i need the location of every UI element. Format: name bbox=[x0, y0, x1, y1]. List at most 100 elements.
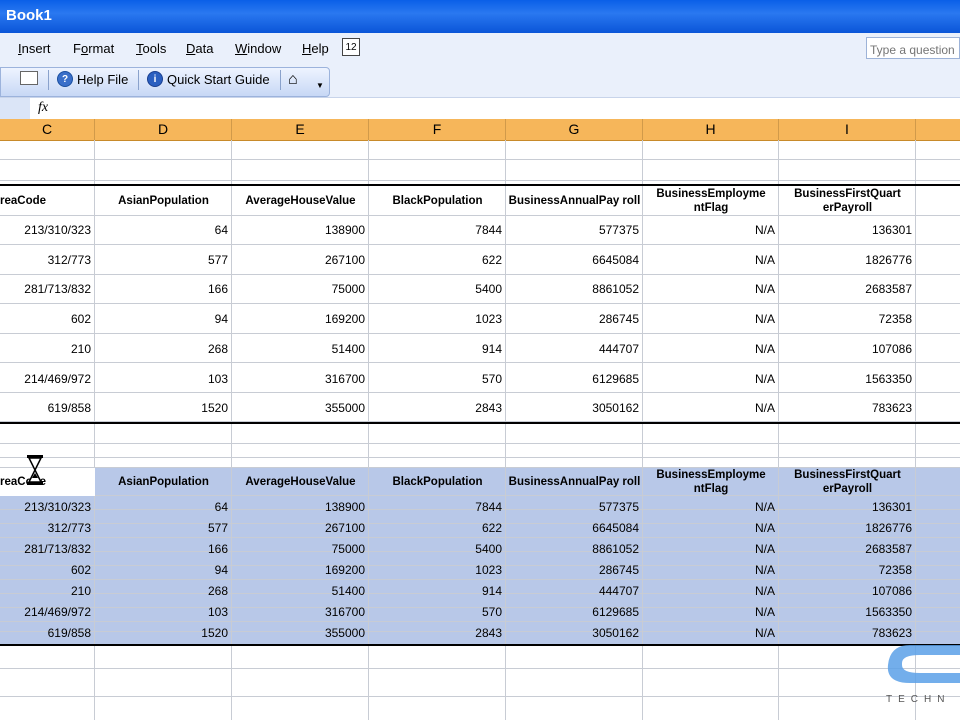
table-cell[interactable]: 268 bbox=[95, 339, 232, 359]
table-cell[interactable]: 94 bbox=[95, 562, 232, 578]
table-cell[interactable]: N/A bbox=[643, 339, 779, 359]
column-header-e[interactable]: E bbox=[232, 119, 369, 140]
table-cell[interactable]: N/A bbox=[643, 520, 779, 536]
table-header-cell[interactable]: AsianPopulation bbox=[95, 187, 232, 215]
table-header-cell[interactable]: AverageHouseValue bbox=[232, 187, 369, 215]
insert-function-icon[interactable]: fx bbox=[38, 100, 48, 116]
table-header-cell[interactable]: AverageHouseValue bbox=[232, 468, 369, 496]
table-cell[interactable]: 2683587 bbox=[779, 279, 916, 299]
table-cell[interactable]: 1023 bbox=[369, 309, 506, 329]
table-cell[interactable]: 51400 bbox=[232, 339, 369, 359]
menu-help[interactable]: Help bbox=[302, 41, 329, 56]
table-cell[interactable]: 6129685 bbox=[506, 604, 643, 620]
table-cell[interactable]: 577 bbox=[95, 250, 232, 270]
menu-window[interactable]: Window bbox=[235, 41, 281, 56]
table-cell[interactable]: 2843 bbox=[369, 625, 506, 641]
table-header-cell[interactable]: BusinessEmployme ntFlag bbox=[643, 187, 779, 215]
table-header-cell[interactable]: BusinessFirstQuart erPayroll bbox=[779, 187, 916, 215]
column-header-i[interactable]: I bbox=[779, 119, 916, 140]
table-cell[interactable]: 286745 bbox=[506, 309, 643, 329]
menu-data[interactable]: Data bbox=[186, 41, 213, 56]
table-cell[interactable]: 1826776 bbox=[779, 520, 916, 536]
table-cell[interactable]: 444707 bbox=[506, 339, 643, 359]
table-header-cell[interactable]: AsianPopulation bbox=[95, 468, 232, 496]
table-cell[interactable]: 166 bbox=[95, 541, 232, 557]
table-cell[interactable]: 169200 bbox=[232, 562, 369, 578]
table-cell[interactable]: 72358 bbox=[779, 309, 916, 329]
table-cell[interactable]: 3050162 bbox=[506, 398, 643, 418]
table-cell[interactable]: 355000 bbox=[232, 398, 369, 418]
table-cell[interactable]: 577375 bbox=[506, 499, 643, 515]
table-cell[interactable]: N/A bbox=[643, 604, 779, 620]
table-cell[interactable]: 7844 bbox=[369, 499, 506, 515]
table-cell[interactable]: 7844 bbox=[369, 220, 506, 240]
table-cell[interactable]: 622 bbox=[369, 520, 506, 536]
table-cell[interactable]: N/A bbox=[643, 541, 779, 557]
table-cell[interactable]: 2843 bbox=[369, 398, 506, 418]
table-cell[interactable]: 214/469/972 bbox=[0, 604, 95, 620]
table-cell[interactable]: 5400 bbox=[369, 279, 506, 299]
table-cell[interactable]: 602 bbox=[0, 562, 95, 578]
quick-start-guide-button[interactable]: i Quick Start Guide bbox=[147, 71, 270, 87]
table-cell[interactable]: 75000 bbox=[232, 541, 369, 557]
table-cell[interactable]: 107086 bbox=[779, 339, 916, 359]
table-cell[interactable]: 8861052 bbox=[506, 279, 643, 299]
table-cell[interactable]: 577 bbox=[95, 520, 232, 536]
table-cell[interactable]: N/A bbox=[643, 279, 779, 299]
table-cell[interactable]: 136301 bbox=[779, 499, 916, 515]
table-cell[interactable]: 281/713/832 bbox=[0, 279, 95, 299]
home-button[interactable]: ⌂ bbox=[288, 71, 298, 89]
table-cell[interactable]: N/A bbox=[643, 583, 779, 599]
table-cell[interactable]: 6645084 bbox=[506, 520, 643, 536]
table-header-cell[interactable]: BusinessEmployme ntFlag bbox=[643, 468, 779, 496]
table-cell[interactable]: N/A bbox=[643, 625, 779, 641]
table-cell[interactable]: 1023 bbox=[369, 562, 506, 578]
table-cell[interactable]: 570 bbox=[369, 369, 506, 389]
table-cell[interactable]: 355000 bbox=[232, 625, 369, 641]
table-cell[interactable]: N/A bbox=[643, 220, 779, 240]
table-cell[interactable]: 1520 bbox=[95, 398, 232, 418]
table-cell[interactable]: 169200 bbox=[232, 309, 369, 329]
table-cell[interactable]: 316700 bbox=[232, 604, 369, 620]
table-cell[interactable]: 136301 bbox=[779, 220, 916, 240]
table-header-cell[interactable]: BusinessAnnualPay roll bbox=[506, 468, 643, 496]
table-cell[interactable]: 3050162 bbox=[506, 625, 643, 641]
table-cell[interactable]: 1563350 bbox=[779, 604, 916, 620]
column-header-d[interactable]: D bbox=[95, 119, 232, 140]
table-header-cell[interactable]: BlackPopulation bbox=[369, 468, 506, 496]
column-header-c[interactable]: C bbox=[0, 119, 95, 140]
table-cell[interactable]: 8861052 bbox=[506, 541, 643, 557]
table-cell[interactable]: 286745 bbox=[506, 562, 643, 578]
table-header-cell[interactable]: reaCode bbox=[0, 187, 95, 215]
table-cell[interactable]: 1520 bbox=[95, 625, 232, 641]
table-header-cell[interactable]: BlackPopulation bbox=[369, 187, 506, 215]
table-cell[interactable]: 619/858 bbox=[0, 398, 95, 418]
worksheet-grid[interactable]: reaCode AsianPopulation AverageHouseValue B… bbox=[0, 140, 960, 720]
table-cell[interactable]: 210 bbox=[0, 583, 95, 599]
table-cell[interactable]: 138900 bbox=[232, 220, 369, 240]
table-cell[interactable]: 213/310/323 bbox=[0, 220, 95, 240]
toolbar-options-dropdown[interactable]: ▼ bbox=[316, 81, 324, 90]
table-cell[interactable]: 602 bbox=[0, 309, 95, 329]
table-cell[interactable]: 6645084 bbox=[506, 250, 643, 270]
table-cell[interactable]: 75000 bbox=[232, 279, 369, 299]
column-header-j[interactable] bbox=[916, 119, 960, 140]
table-cell[interactable]: 267100 bbox=[232, 250, 369, 270]
table-cell[interactable]: 1563350 bbox=[779, 369, 916, 389]
table-cell[interactable]: 51400 bbox=[232, 583, 369, 599]
table-cell[interactable]: 64 bbox=[95, 220, 232, 240]
table-cell[interactable]: 312/773 bbox=[0, 520, 95, 536]
table-cell[interactable]: 64 bbox=[95, 499, 232, 515]
table-cell[interactable]: 166 bbox=[95, 279, 232, 299]
table-cell[interactable]: 94 bbox=[95, 309, 232, 329]
table-cell[interactable]: N/A bbox=[643, 398, 779, 418]
ask-question-input[interactable] bbox=[866, 37, 960, 59]
table-cell[interactable]: 914 bbox=[369, 583, 506, 599]
table-cell[interactable]: 444707 bbox=[506, 583, 643, 599]
column-header-f[interactable]: F bbox=[369, 119, 506, 140]
table-cell[interactable]: 622 bbox=[369, 250, 506, 270]
table-cell[interactable]: 267100 bbox=[232, 520, 369, 536]
table-cell[interactable]: 1826776 bbox=[779, 250, 916, 270]
table-header-cell[interactable]: reaCode bbox=[0, 468, 95, 496]
table-header-cell[interactable]: BusinessFirstQuart erPayroll bbox=[779, 468, 916, 496]
